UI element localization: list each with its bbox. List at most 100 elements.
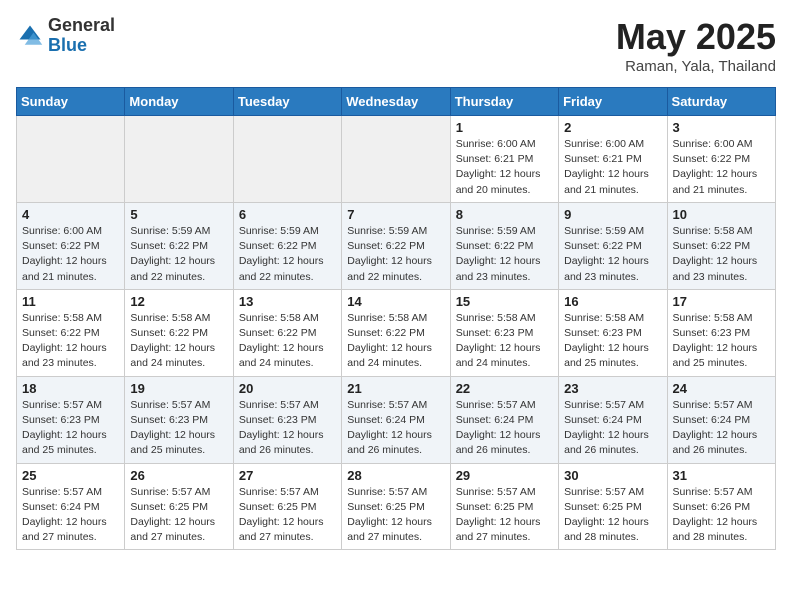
day-number: 26 xyxy=(130,468,227,483)
day-info: Sunrise: 6:00 AM Sunset: 6:22 PM Dayligh… xyxy=(673,137,770,198)
day-number: 4 xyxy=(22,207,119,222)
calendar-day-cell: 21 Sunrise: 5:57 AM Sunset: 6:24 PM Dayli… xyxy=(342,376,450,463)
day-info: Sunrise: 5:58 AM Sunset: 6:22 PM Dayligh… xyxy=(347,311,444,372)
day-info: Sunrise: 5:58 AM Sunset: 6:22 PM Dayligh… xyxy=(22,311,119,372)
day-info: Sunrise: 5:57 AM Sunset: 6:25 PM Dayligh… xyxy=(347,485,444,546)
calendar-day-cell: 28Sunrise: 5:57 AM Sunset: 6:25 PM Dayli… xyxy=(342,463,450,550)
day-info: Sunrise: 5:59 AM Sunset: 6:22 PM Dayligh… xyxy=(564,224,661,285)
calendar-day-cell: 12 Sunrise: 5:58 AM Sunset: 6:22 PM Dayli… xyxy=(125,289,233,376)
calendar-day-cell: 16Sunrise: 5:58 AM Sunset: 6:23 PM Dayli… xyxy=(559,289,667,376)
day-info: Sunrise: 5:57 AM Sunset: 6:23 PM Dayligh… xyxy=(22,398,119,459)
day-of-week-header: Saturday xyxy=(667,88,775,116)
calendar-day-cell: 22Sunrise: 5:57 AM Sunset: 6:24 PM Dayli… xyxy=(450,376,558,463)
calendar-day-cell: 24 Sunrise: 5:57 AM Sunset: 6:24 PM Dayli… xyxy=(667,376,775,463)
calendar-day-cell: 6 Sunrise: 5:59 AM Sunset: 6:22 PM Daylig… xyxy=(233,202,341,289)
calendar-day-cell: 10Sunrise: 5:58 AM Sunset: 6:22 PM Dayli… xyxy=(667,202,775,289)
day-number: 17 xyxy=(673,294,770,309)
day-info: Sunrise: 5:57 AM Sunset: 6:24 PM Dayligh… xyxy=(673,398,770,459)
calendar-week-row: 4 Sunrise: 6:00 AM Sunset: 6:22 PM Daylig… xyxy=(17,202,776,289)
calendar-week-row: 11 Sunrise: 5:58 AM Sunset: 6:22 PM Dayli… xyxy=(17,289,776,376)
location: Raman, Yala, Thailand xyxy=(616,58,776,75)
logo-blue: Blue xyxy=(48,36,115,56)
calendar-day-cell: 26 Sunrise: 5:57 AM Sunset: 6:25 PM Dayli… xyxy=(125,463,233,550)
day-number: 5 xyxy=(130,207,227,222)
day-number: 13 xyxy=(239,294,336,309)
day-number: 18 xyxy=(22,381,119,396)
logo: General Blue xyxy=(16,16,115,56)
day-number: 24 xyxy=(673,381,770,396)
day-number: 10 xyxy=(673,207,770,222)
calendar-day-cell xyxy=(233,116,341,203)
day-info: Sunrise: 5:57 AM Sunset: 6:24 PM Dayligh… xyxy=(347,398,444,459)
calendar-day-cell: 11 Sunrise: 5:58 AM Sunset: 6:22 PM Dayli… xyxy=(17,289,125,376)
calendar-day-cell: 31Sunrise: 5:57 AM Sunset: 6:26 PM Dayli… xyxy=(667,463,775,550)
title-block: May 2025 Raman, Yala, Thailand xyxy=(616,16,776,75)
day-of-week-header: Monday xyxy=(125,88,233,116)
calendar-day-cell: 27 Sunrise: 5:57 AM Sunset: 6:25 PM Dayli… xyxy=(233,463,341,550)
calendar-day-cell: 18 Sunrise: 5:57 AM Sunset: 6:23 PM Dayli… xyxy=(17,376,125,463)
day-number: 7 xyxy=(347,207,444,222)
logo-general: General xyxy=(48,16,115,36)
day-number: 11 xyxy=(22,294,119,309)
calendar-day-cell: 15 Sunrise: 5:58 AM Sunset: 6:23 PM Dayli… xyxy=(450,289,558,376)
calendar-day-cell: 9 Sunrise: 5:59 AM Sunset: 6:22 PM Daylig… xyxy=(559,202,667,289)
calendar-day-cell xyxy=(342,116,450,203)
day-number: 8 xyxy=(456,207,553,222)
day-number: 3 xyxy=(673,120,770,135)
calendar-day-cell: 20 Sunrise: 5:57 AM Sunset: 6:23 PM Dayli… xyxy=(233,376,341,463)
day-number: 6 xyxy=(239,207,336,222)
day-number: 15 xyxy=(456,294,553,309)
day-info: Sunrise: 5:57 AM Sunset: 6:24 PM Dayligh… xyxy=(456,398,553,459)
calendar-day-cell: 19Sunrise: 5:57 AM Sunset: 6:23 PM Dayli… xyxy=(125,376,233,463)
day-info: Sunrise: 5:59 AM Sunset: 6:22 PM Dayligh… xyxy=(239,224,336,285)
day-info: Sunrise: 5:57 AM Sunset: 6:25 PM Dayligh… xyxy=(456,485,553,546)
calendar-table: SundayMondayTuesdayWednesdayThursdayFrid… xyxy=(16,87,776,550)
day-info: Sunrise: 5:57 AM Sunset: 6:23 PM Dayligh… xyxy=(130,398,227,459)
calendar-day-cell: 4 Sunrise: 6:00 AM Sunset: 6:22 PM Daylig… xyxy=(17,202,125,289)
calendar-day-cell: 17 Sunrise: 5:58 AM Sunset: 6:23 PM Dayli… xyxy=(667,289,775,376)
calendar-day-cell xyxy=(125,116,233,203)
calendar-week-row: 18 Sunrise: 5:57 AM Sunset: 6:23 PM Dayli… xyxy=(17,376,776,463)
day-of-week-header: Sunday xyxy=(17,88,125,116)
day-number: 20 xyxy=(239,381,336,396)
day-info: Sunrise: 5:59 AM Sunset: 6:22 PM Dayligh… xyxy=(130,224,227,285)
day-info: Sunrise: 5:57 AM Sunset: 6:25 PM Dayligh… xyxy=(239,485,336,546)
day-number: 21 xyxy=(347,381,444,396)
calendar-day-cell: 2Sunrise: 6:00 AM Sunset: 6:21 PM Daylig… xyxy=(559,116,667,203)
day-of-week-header: Tuesday xyxy=(233,88,341,116)
month-title: May 2025 xyxy=(616,16,776,58)
day-info: Sunrise: 5:57 AM Sunset: 6:23 PM Dayligh… xyxy=(239,398,336,459)
calendar-header-row: SundayMondayTuesdayWednesdayThursdayFrid… xyxy=(17,88,776,116)
day-info: Sunrise: 5:58 AM Sunset: 6:23 PM Dayligh… xyxy=(673,311,770,372)
day-of-week-header: Wednesday xyxy=(342,88,450,116)
day-number: 9 xyxy=(564,207,661,222)
day-number: 27 xyxy=(239,468,336,483)
day-info: Sunrise: 5:59 AM Sunset: 6:22 PM Dayligh… xyxy=(347,224,444,285)
day-number: 30 xyxy=(564,468,661,483)
day-info: Sunrise: 5:57 AM Sunset: 6:25 PM Dayligh… xyxy=(564,485,661,546)
calendar-day-cell: 5 Sunrise: 5:59 AM Sunset: 6:22 PM Daylig… xyxy=(125,202,233,289)
day-number: 29 xyxy=(456,468,553,483)
calendar-day-cell: 1Sunrise: 6:00 AM Sunset: 6:21 PM Daylig… xyxy=(450,116,558,203)
calendar-day-cell: 14 Sunrise: 5:58 AM Sunset: 6:22 PM Dayli… xyxy=(342,289,450,376)
day-info: Sunrise: 5:57 AM Sunset: 6:25 PM Dayligh… xyxy=(130,485,227,546)
day-info: Sunrise: 5:57 AM Sunset: 6:24 PM Dayligh… xyxy=(564,398,661,459)
day-info: Sunrise: 5:58 AM Sunset: 6:23 PM Dayligh… xyxy=(456,311,553,372)
calendar-day-cell: 13Sunrise: 5:58 AM Sunset: 6:22 PM Dayli… xyxy=(233,289,341,376)
day-info: Sunrise: 6:00 AM Sunset: 6:21 PM Dayligh… xyxy=(456,137,553,198)
page-header: General Blue May 2025 Raman, Yala, Thail… xyxy=(16,16,776,75)
calendar-day-cell: 29 Sunrise: 5:57 AM Sunset: 6:25 PM Dayli… xyxy=(450,463,558,550)
day-number: 14 xyxy=(347,294,444,309)
day-info: Sunrise: 5:59 AM Sunset: 6:22 PM Dayligh… xyxy=(456,224,553,285)
calendar-day-cell xyxy=(17,116,125,203)
day-info: Sunrise: 5:57 AM Sunset: 6:24 PM Dayligh… xyxy=(22,485,119,546)
calendar-day-cell: 23 Sunrise: 5:57 AM Sunset: 6:24 PM Dayli… xyxy=(559,376,667,463)
day-number: 23 xyxy=(564,381,661,396)
calendar-week-row: 25Sunrise: 5:57 AM Sunset: 6:24 PM Dayli… xyxy=(17,463,776,550)
day-number: 12 xyxy=(130,294,227,309)
day-info: Sunrise: 6:00 AM Sunset: 6:22 PM Dayligh… xyxy=(22,224,119,285)
calendar-week-row: 1Sunrise: 6:00 AM Sunset: 6:21 PM Daylig… xyxy=(17,116,776,203)
calendar-day-cell: 8 Sunrise: 5:59 AM Sunset: 6:22 PM Daylig… xyxy=(450,202,558,289)
day-number: 2 xyxy=(564,120,661,135)
day-info: Sunrise: 5:58 AM Sunset: 6:22 PM Dayligh… xyxy=(130,311,227,372)
